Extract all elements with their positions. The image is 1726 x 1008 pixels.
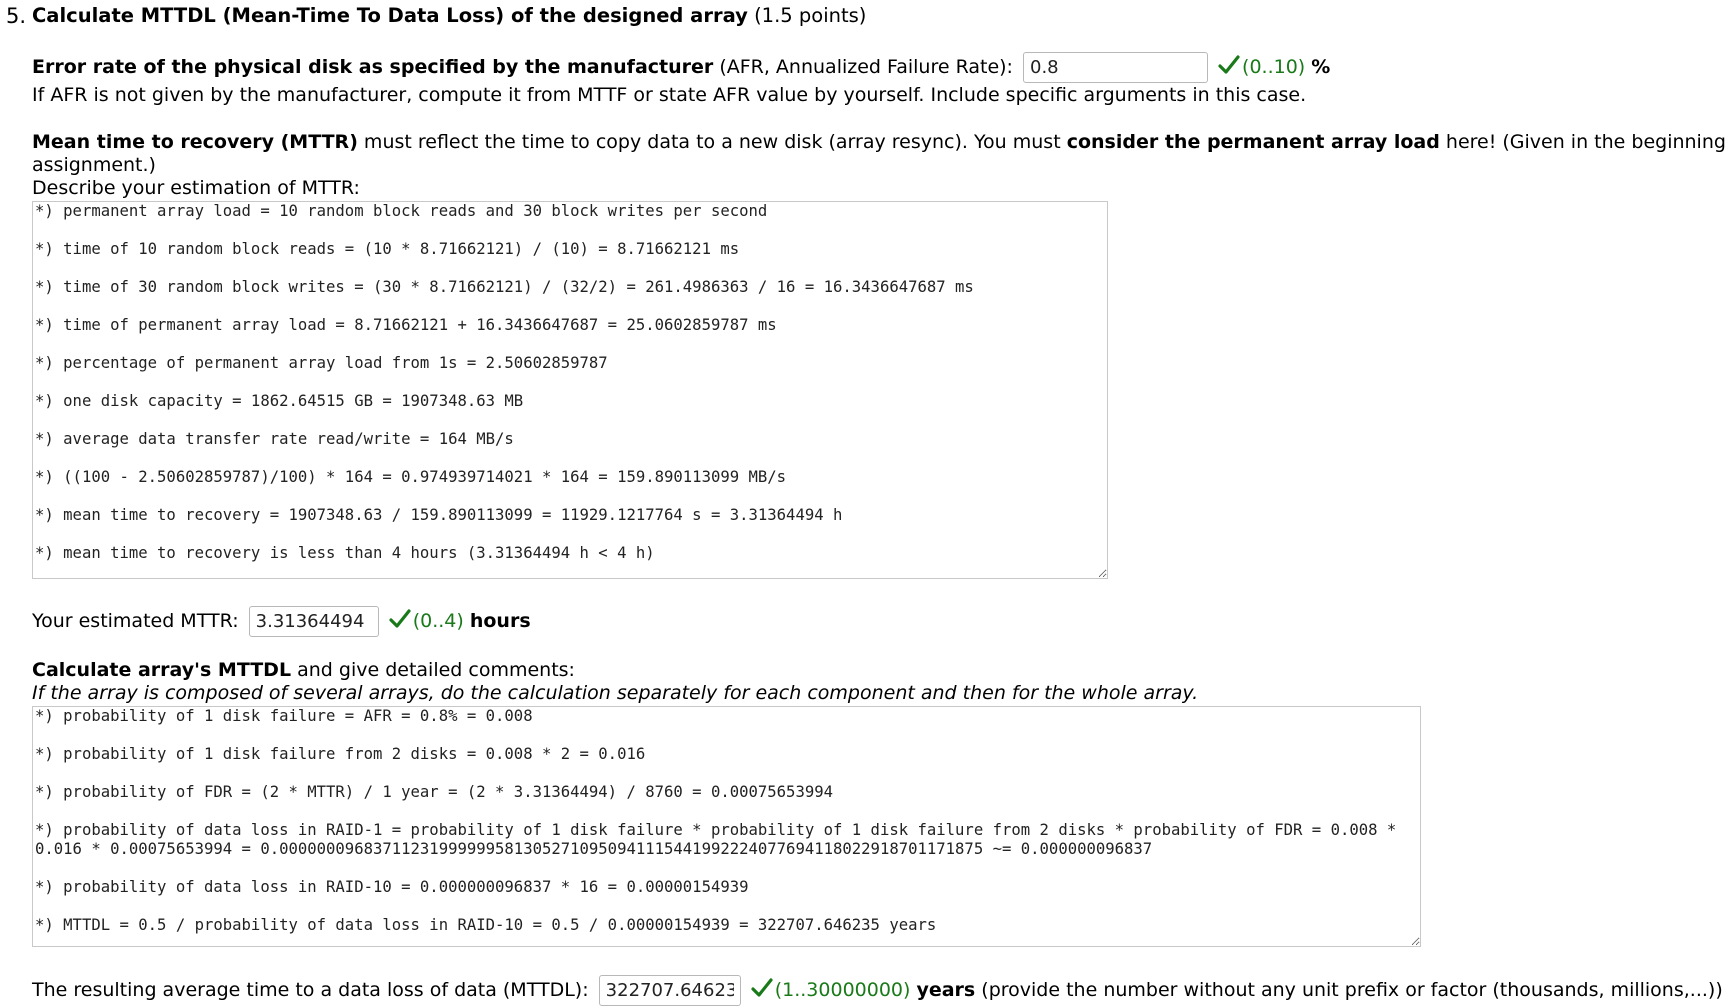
mttr-intro-text2: here! (Given in the beginning of the <box>1445 131 1726 153</box>
question-number: 5. <box>6 4 27 28</box>
mttdl-result-row: The resulting average time to a data los… <box>32 975 1723 1006</box>
mttr-estimate-label: Your estimated MTTR: <box>32 610 239 632</box>
mttdl-result-range: (1..30000000) <box>774 979 911 1001</box>
mttr-intro-text1: must reflect the time to copy data to a … <box>357 131 1067 153</box>
mttr-description-textarea[interactable] <box>32 201 1108 579</box>
mttr-estimate-input[interactable] <box>248 606 379 637</box>
afr-note: If AFR is not given by the manufacturer,… <box>32 84 1307 106</box>
check-icon <box>1218 55 1240 74</box>
afr-unit: % <box>1311 56 1331 78</box>
mttdl-result-unit: years <box>916 979 976 1001</box>
mttr-estimate-range: (0..4) <box>412 610 464 632</box>
mttdl-intro-bold: Calculate array's MTTDL <box>32 659 292 681</box>
question-points: (1.5 points) <box>754 4 867 27</box>
mttdl-calculation-textarea[interactable] <box>32 706 1421 947</box>
mttr-intro-line2: assignment.) <box>32 154 156 176</box>
mttr-estimate-row: Your estimated MTTR: (0..4) hours <box>32 606 531 637</box>
mttr-intro-bold2: consider the permanent array load <box>1066 131 1440 153</box>
mttdl-intro: Calculate array's MTTDL and give detaile… <box>32 659 575 682</box>
mttr-intro-line1: Mean time to recovery (MTTR) must reflec… <box>32 131 1726 154</box>
afr-input[interactable] <box>1023 52 1208 83</box>
mttdl-result-input[interactable] <box>598 975 741 1006</box>
mttdl-intro-italic: If the array is composed of several arra… <box>32 682 1199 704</box>
mttdl-intro-text: and give detailed comments: <box>291 659 575 681</box>
mttr-estimate-unit: hours <box>469 610 531 632</box>
afr-range: (0..10) <box>1242 56 1306 78</box>
afr-label: (AFR, Annualized Failure Rate): <box>719 56 1013 78</box>
mttr-describe-label: Describe your estimation of MTTR: <box>32 177 360 199</box>
afr-label-bold: Error rate of the physical disk as speci… <box>32 56 714 78</box>
afr-row: Error rate of the physical disk as speci… <box>32 52 1330 83</box>
quiz-page: 5. Calculate MTTDL (Mean-Time To Data Lo… <box>0 0 1726 1008</box>
mttr-intro-bold1: Mean time to recovery (MTTR) <box>32 131 358 153</box>
check-icon <box>751 978 773 997</box>
mttdl-result-note: (provide the number without any unit pre… <box>975 979 1723 1001</box>
check-icon <box>389 609 411 628</box>
mttdl-result-label: The resulting average time to a data los… <box>32 979 589 1001</box>
question-title: Calculate MTTDL (Mean-Time To Data Loss)… <box>32 4 748 27</box>
question-heading: Calculate MTTDL (Mean-Time To Data Loss)… <box>32 4 866 27</box>
